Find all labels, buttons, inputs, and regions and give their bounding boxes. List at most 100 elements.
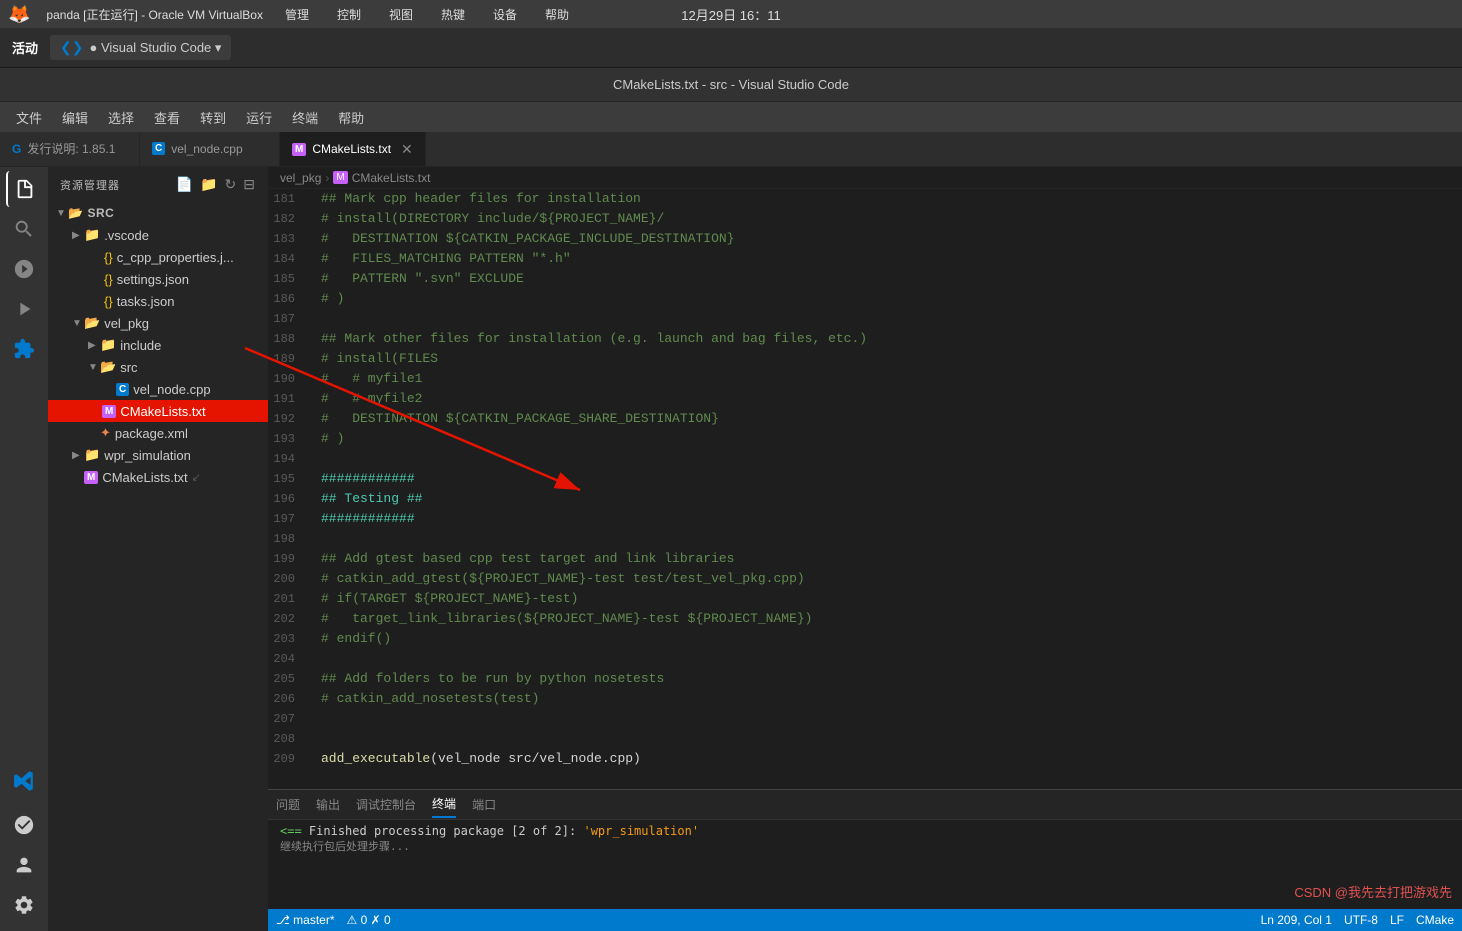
- tab-vel-node[interactable]: C vel_node.cpp: [140, 132, 280, 166]
- sidebar-new-folder-icon[interactable]: 📁: [200, 176, 218, 193]
- tree-folder-icon: 📂: [68, 206, 83, 220]
- code-content[interactable]: 181 182 183 184 185 186 187 188 189 190 …: [268, 189, 1462, 789]
- os-menu-help[interactable]: 帮助: [539, 4, 575, 25]
- menu-edit[interactable]: 编辑: [54, 106, 96, 129]
- terminal-tab-ports[interactable]: 端口: [472, 792, 496, 817]
- tree-json-icon: {}: [104, 272, 113, 287]
- tree-folder-icon: 📂: [84, 315, 100, 331]
- tree-wpr-simulation[interactable]: ▶ 📁 wpr_simulation: [48, 444, 268, 466]
- terminal-tab-terminal[interactable]: 终端: [432, 791, 456, 818]
- code-line-207: [321, 709, 1462, 729]
- status-position[interactable]: Ln 209, Col 1: [1261, 913, 1332, 927]
- activity-label: 活动: [12, 38, 38, 57]
- status-language[interactable]: CMake: [1416, 913, 1454, 927]
- vscode-taskbar-item[interactable]: ❮❯ ● Visual Studio Code ▾: [50, 35, 231, 60]
- status-errors[interactable]: ⚠ 0 ✗ 0: [347, 913, 391, 927]
- tree-cpp-icon: C: [116, 383, 129, 396]
- tree-json-icon: {}: [104, 250, 113, 265]
- activity-settings[interactable]: [6, 887, 42, 923]
- activity-vscode[interactable]: [6, 763, 42, 799]
- terminal-tab-problems[interactable]: 问题: [276, 792, 300, 817]
- status-eol[interactable]: LF: [1390, 913, 1404, 927]
- os-menu-manage[interactable]: 管理: [279, 4, 315, 25]
- code-line-204: [321, 649, 1462, 669]
- tree-json-icon: {}: [104, 294, 113, 309]
- menu-view[interactable]: 查看: [146, 106, 188, 129]
- code-line-196: ## Testing ##: [321, 489, 1462, 509]
- status-right: Ln 209, Col 1 UTF-8 LF CMake: [1261, 913, 1454, 927]
- code-line-182: # install(DIRECTORY include/${PROJECT_NA…: [321, 209, 1462, 229]
- status-left: ⎇ master* ⚠ 0 ✗ 0: [276, 913, 391, 927]
- sidebar-refresh-icon[interactable]: ↻: [225, 176, 238, 193]
- menu-select[interactable]: 选择: [100, 106, 142, 129]
- activity-run[interactable]: [6, 291, 42, 327]
- tree-settings-json[interactable]: {} settings.json: [48, 268, 268, 290]
- code-line-194: [321, 449, 1462, 469]
- csdn-watermark: CSDN @我先去打把游戏先: [1294, 882, 1452, 901]
- os-menu-device[interactable]: 设备: [487, 4, 523, 25]
- breadcrumb-velpkg: vel_pkg: [280, 171, 321, 185]
- tree-folder-icon: 📁: [84, 447, 100, 463]
- tab-cmake[interactable]: M CMakeLists.txt ✕: [280, 132, 426, 166]
- tree-vscode-folder[interactable]: ▶ 📁 .vscode: [48, 224, 268, 246]
- tab-bar: G 发行说明: 1.85.1 C vel_node.cpp M CMakeLis…: [0, 132, 1462, 167]
- status-branch[interactable]: ⎇ master*: [276, 913, 335, 927]
- tree-cmake-icon2: M: [84, 471, 98, 484]
- activity-account[interactable]: [6, 847, 42, 883]
- activity-git[interactable]: [6, 251, 42, 287]
- status-encoding[interactable]: UTF-8: [1344, 913, 1378, 927]
- sidebar-collapse-icon[interactable]: ⊟: [243, 176, 256, 193]
- os-menu-hotkey[interactable]: 热键: [435, 4, 471, 25]
- code-line-197: ############: [321, 509, 1462, 529]
- code-line-191: # # myfile2: [321, 389, 1462, 409]
- terminal-tab-debug[interactable]: 调试控制台: [356, 792, 416, 817]
- code-line-192: # DESTINATION ${CATKIN_PACKAGE_SHARE_DES…: [321, 409, 1462, 429]
- tree-cmakelists-selected[interactable]: M CMakeLists.txt: [48, 400, 268, 422]
- line-numbers: 181 182 183 184 185 186 187 188 189 190 …: [268, 189, 313, 789]
- tree-src-folder[interactable]: ▼ 📂 src: [48, 356, 268, 378]
- code-line-209: add_executable(vel_node src/vel_node.cpp…: [321, 749, 1462, 769]
- activity-search[interactable]: [6, 211, 42, 247]
- firefox-icon: 🦊: [8, 4, 30, 25]
- os-menu-view[interactable]: 视图: [383, 4, 419, 25]
- os-menu-control[interactable]: 控制: [331, 4, 367, 25]
- tree-include-folder[interactable]: ▶ 📁 include: [48, 334, 268, 356]
- sidebar: 资源管理器 📄 📁 ↻ ⊟ ▼ 📂 SRC: [48, 167, 268, 931]
- terminal-tab-output[interactable]: 输出: [316, 792, 340, 817]
- code-line-203: # endif(): [321, 629, 1462, 649]
- menu-goto[interactable]: 转到: [192, 106, 234, 129]
- menu-file[interactable]: 文件: [8, 106, 50, 129]
- main-area: 资源管理器 📄 📁 ↻ ⊟ ▼ 📂 SRC: [0, 167, 1462, 931]
- menu-help[interactable]: 帮助: [330, 106, 372, 129]
- code-line-205: ## Add folders to be run by python noset…: [321, 669, 1462, 689]
- code-line-198: [321, 529, 1462, 549]
- menu-terminal[interactable]: 终端: [284, 106, 326, 129]
- tree-cpp-props[interactable]: {} c_cpp_properties.j...: [48, 246, 268, 268]
- code-line-189: # install(FILES: [321, 349, 1462, 369]
- activity-files[interactable]: [6, 171, 42, 207]
- sidebar-header: 资源管理器 📄 📁 ↻ ⊟: [48, 167, 268, 202]
- status-bar: ⎇ master* ⚠ 0 ✗ 0 Ln 209, Col 1 UTF-8 LF…: [268, 909, 1462, 931]
- code-line-206: # catkin_add_nosetests(test): [321, 689, 1462, 709]
- code-line-186: # ): [321, 289, 1462, 309]
- terminal-tabs: 问题 输出 调试控制台 终端 端口: [268, 790, 1462, 820]
- code-line-195: ############: [321, 469, 1462, 489]
- activity-debug[interactable]: [6, 807, 42, 843]
- activity-extensions[interactable]: [6, 331, 42, 367]
- window-title: CMakeLists.txt - src - Visual Studio Cod…: [613, 77, 849, 92]
- terminal-line-1: <== Finished processing package [2 of 2]…: [280, 824, 1450, 838]
- code-line-199: ## Add gtest based cpp test target and l…: [321, 549, 1462, 569]
- tree-vel-node-cpp[interactable]: C vel_node.cpp: [48, 378, 268, 400]
- tab-release-notes[interactable]: G 发行说明: 1.85.1: [0, 132, 140, 166]
- tree-tasks-json[interactable]: {} tasks.json: [48, 290, 268, 312]
- tree-cmake-root[interactable]: M CMakeLists.txt ↙: [48, 466, 268, 488]
- sidebar-new-file-icon[interactable]: 📄: [176, 176, 194, 193]
- tab-close-cmake[interactable]: ✕: [401, 141, 413, 158]
- tree-src-root[interactable]: ▼ 📂 SRC: [48, 202, 268, 224]
- code-editor: 181 182 183 184 185 186 187 188 189 190 …: [268, 189, 1462, 789]
- tree-folder-icon: 📁: [100, 337, 116, 353]
- menu-run[interactable]: 运行: [238, 106, 280, 129]
- tree-vel-pkg-folder[interactable]: ▼ 📂 vel_pkg: [48, 312, 268, 334]
- code-line-183: # DESTINATION ${CATKIN_PACKAGE_INCLUDE_D…: [321, 229, 1462, 249]
- tree-package-xml[interactable]: ✦ package.xml: [48, 422, 268, 444]
